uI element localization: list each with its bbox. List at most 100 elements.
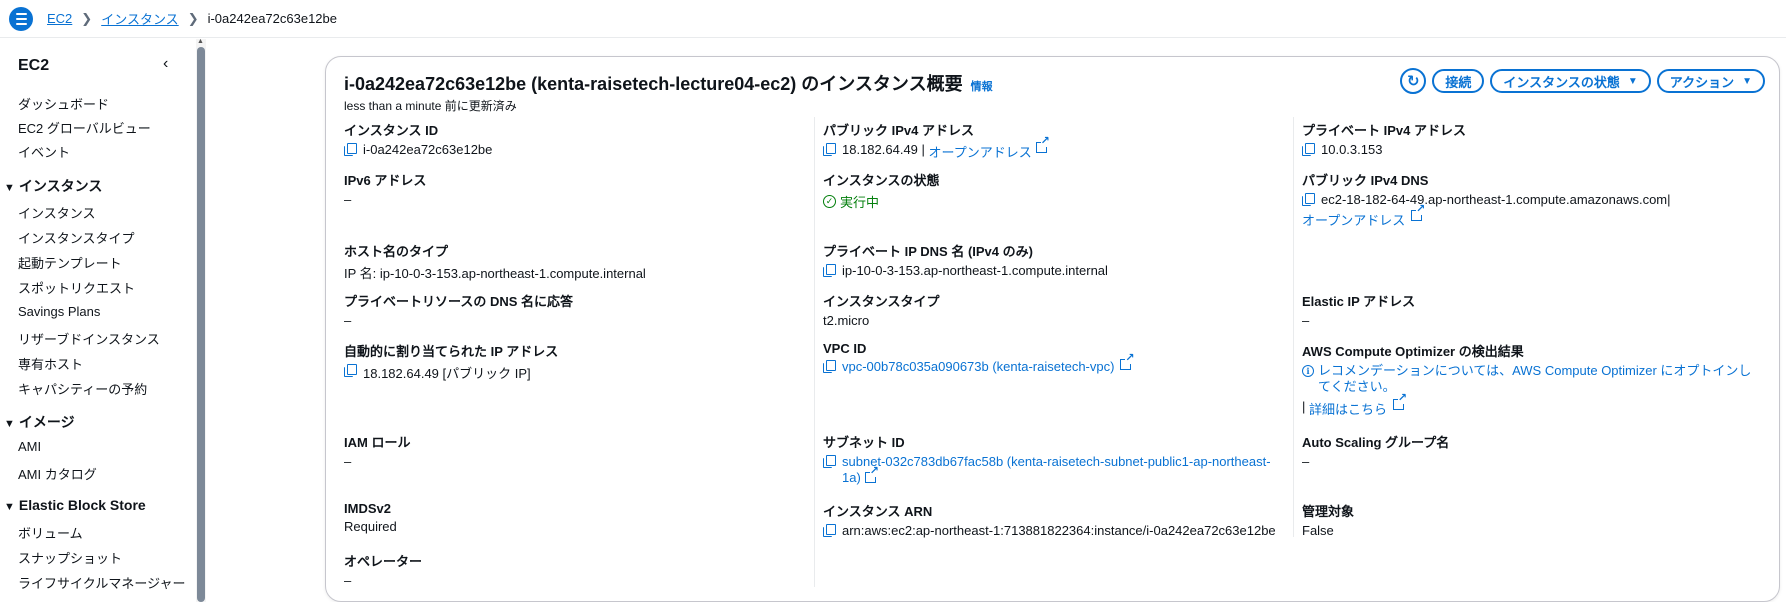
copy-icon[interactable] bbox=[344, 143, 357, 156]
field-label: IMDSv2 bbox=[344, 501, 391, 516]
instance-id-value: i-0a242ea72c63e12be bbox=[363, 142, 493, 157]
field-label: インスタンス ARN bbox=[823, 504, 933, 519]
column-divider bbox=[814, 117, 815, 587]
page-title-text: i-0a242ea72c63e12be (kenta-raisetech-lec… bbox=[344, 74, 963, 94]
auto-ip-value: 18.182.64.49 [パブリック IP] bbox=[363, 366, 531, 381]
sidebar-item-instances[interactable]: インスタンス bbox=[18, 203, 95, 222]
connect-label: 接続 bbox=[1445, 74, 1472, 90]
sidebar-item-capacity[interactable]: キャパシティーの予約 bbox=[18, 379, 147, 398]
sidebar-item-ami[interactable]: AMI bbox=[18, 439, 41, 454]
sidebar-item-events[interactable]: イベント bbox=[18, 142, 70, 161]
external-link-icon[interactable] bbox=[1411, 204, 1426, 221]
public-ip-value: 18.182.64.49 bbox=[842, 142, 918, 157]
sidebar-item-dashboard[interactable]: ダッシュボード bbox=[18, 94, 109, 113]
sidebar-item-instance-types[interactable]: インスタンスタイプ bbox=[18, 228, 134, 247]
field-link-row: オープンアドレス bbox=[1302, 204, 1671, 229]
sidebar-item-spot-requests[interactable]: スポットリクエスト bbox=[18, 278, 135, 297]
sidebar-item-volumes[interactable]: ボリューム bbox=[18, 523, 83, 542]
field-auto-ip: 自動的に割り当てられた IP アドレス 18.182.64.49 [パブリック … bbox=[344, 341, 558, 382]
learn-more-link[interactable]: 詳細はこちら bbox=[1309, 399, 1387, 418]
copy-icon[interactable] bbox=[823, 455, 836, 468]
section-label: Elastic Block Store bbox=[18, 497, 146, 513]
breadcrumb-ec2[interactable]: EC2 bbox=[47, 11, 72, 26]
field-value: i-0a242ea72c63e12be bbox=[344, 142, 492, 157]
check-circle-icon: ✓ bbox=[823, 195, 836, 208]
sidebar-item-dedicated-hosts[interactable]: 専有ホスト bbox=[18, 354, 83, 373]
vpc-id-link[interactable]: vpc-00b78c035a090673b (kenta-raisetech-v… bbox=[842, 359, 1114, 374]
private-ip-value: 10.0.3.153 bbox=[1321, 142, 1383, 157]
sidebar-section-ebs[interactable]: ▼ Elastic Block Store bbox=[4, 497, 146, 513]
menu-icon[interactable] bbox=[9, 6, 33, 31]
scrollbar-thumb[interactable] bbox=[197, 47, 205, 602]
sidebar-item-ami-catalog[interactable]: AMI カタログ bbox=[18, 464, 97, 483]
scroll-up-icon[interactable]: ▲ bbox=[197, 38, 204, 45]
sidebar-section-instances[interactable]: ▼ インスタンス bbox=[4, 176, 102, 196]
compute-optimizer-link[interactable]: レコメンデーションについては、AWS Compute Optimizer にオプ… bbox=[1318, 363, 1762, 395]
field-private-ip-dns: プライベート IP DNS 名 (IPv4 のみ) ip-10-0-3-153.… bbox=[823, 241, 1108, 278]
field-managed: 管理対象 False bbox=[1302, 501, 1354, 538]
field-value: arn:aws:ec2:ap-northeast-1:713881822364:… bbox=[823, 523, 1276, 538]
field-public-ipv4: パブリック IPv4 アドレス 18.182.64.49 | オープンアドレス bbox=[823, 120, 1050, 161]
field-value: – bbox=[344, 192, 352, 207]
sidebar-item-snapshots[interactable]: スナップショット bbox=[18, 548, 122, 567]
sidebar-item-reserved[interactable]: リザーブドインスタンス bbox=[18, 329, 160, 348]
sidebar-item-launch-templates[interactable]: 起動テンプレート bbox=[18, 253, 122, 272]
field-label: インスタンス ID bbox=[344, 123, 439, 138]
field-ipv6: IPv6 アドレス – bbox=[344, 170, 426, 207]
field-instance-arn: インスタンス ARN arn:aws:ec2:ap-northeast-1:71… bbox=[823, 501, 1276, 538]
field-label: プライベートリソースの DNS 名に応答 bbox=[344, 294, 574, 309]
copy-icon[interactable] bbox=[823, 360, 836, 373]
connect-button[interactable]: 接続 bbox=[1432, 69, 1485, 93]
top-bar: EC2 ❯ インスタンス ❯ i-0a242ea72c63e12be bbox=[0, 0, 1786, 38]
field-value: False bbox=[1302, 523, 1334, 538]
field-label: インスタンスタイプ bbox=[823, 294, 940, 309]
copy-icon[interactable] bbox=[823, 143, 836, 156]
caret-down-icon: ▼ bbox=[1627, 75, 1638, 87]
field-label: IAM ロール bbox=[344, 435, 411, 450]
copy-icon[interactable] bbox=[823, 264, 836, 277]
caret-down-icon: ▼ bbox=[4, 418, 15, 430]
field-value: – bbox=[344, 313, 352, 328]
sidebar-title: EC2 bbox=[18, 57, 50, 74]
external-link-icon[interactable] bbox=[864, 466, 879, 483]
instance-state-dropdown[interactable]: インスタンスの状態 ▼ bbox=[1490, 69, 1651, 93]
last-updated: less than a minute 前に更新済み bbox=[344, 99, 517, 113]
copy-icon[interactable] bbox=[823, 524, 836, 537]
breadcrumb-current: i-0a242ea72c63e12be bbox=[207, 11, 337, 26]
field-label: AWS Compute Optimizer の検出結果 bbox=[1302, 344, 1524, 359]
sidebar-item-global-view[interactable]: EC2 グローバルビュー bbox=[18, 118, 151, 137]
external-link-icon[interactable] bbox=[1035, 136, 1050, 153]
subnet-id-link[interactable]: subnet-032c783db67fac58b (kenta-raisetec… bbox=[842, 454, 1271, 485]
open-address-link[interactable]: オープンアドレス bbox=[1302, 210, 1405, 229]
actions-dropdown[interactable]: アクション ▼ bbox=[1656, 69, 1765, 93]
field-hostname-type: ホスト名のタイプ IP 名: ip-10-0-3-153.ap-northeas… bbox=[344, 241, 646, 282]
field-value: IP 名: ip-10-0-3-153.ap-northeast-1.compu… bbox=[344, 266, 646, 281]
field-elastic-ip: Elastic IP アドレス – bbox=[1302, 291, 1415, 328]
info-link[interactable]: 情報 bbox=[971, 81, 993, 93]
separator: | bbox=[1667, 192, 1671, 207]
field-label: パブリック IPv4 DNS bbox=[1302, 173, 1429, 188]
sidebar-section-images[interactable]: ▼ イメージ bbox=[4, 412, 75, 432]
external-link-icon[interactable] bbox=[1393, 393, 1408, 410]
copy-icon[interactable] bbox=[1302, 143, 1315, 156]
refresh-button[interactable]: ↻ bbox=[1400, 68, 1427, 94]
field-label: Auto Scaling グループ名 bbox=[1302, 435, 1450, 450]
sidebar-scrollbar[interactable]: ▲ bbox=[196, 38, 206, 602]
field-value: i レコメンデーションについては、AWS Compute Optimizer にオ… bbox=[1302, 363, 1762, 395]
field-instance-type: インスタンスタイプ t2.micro bbox=[823, 291, 939, 328]
instance-state-label: インスタンスの状態 bbox=[1503, 74, 1620, 90]
field-value: – bbox=[344, 454, 352, 469]
copy-icon[interactable] bbox=[344, 364, 357, 377]
breadcrumb-instances[interactable]: インスタンス bbox=[101, 9, 178, 28]
sidebar: EC2 ‹ ダッシュボード EC2 グローバルビュー イベント ▼ インスタンス … bbox=[0, 38, 206, 602]
sidebar-item-lifecycle[interactable]: ライフサイクルマネージャー bbox=[18, 573, 185, 592]
external-link-icon[interactable] bbox=[1120, 353, 1135, 370]
collapse-sidebar-icon[interactable]: ‹ bbox=[163, 55, 168, 73]
field-label: 管理対象 bbox=[1302, 504, 1355, 519]
field-imdsv2: IMDSv2 Required bbox=[344, 501, 397, 534]
open-address-link[interactable]: オープンアドレス bbox=[929, 142, 1032, 161]
field-value: subnet-032c783db67fac58b (kenta-raisetec… bbox=[823, 454, 1283, 486]
sidebar-item-savings-plans[interactable]: Savings Plans bbox=[18, 304, 100, 319]
instance-summary-panel: i-0a242ea72c63e12be (kenta-raisetech-lec… bbox=[325, 56, 1780, 602]
copy-icon[interactable] bbox=[1302, 193, 1315, 206]
